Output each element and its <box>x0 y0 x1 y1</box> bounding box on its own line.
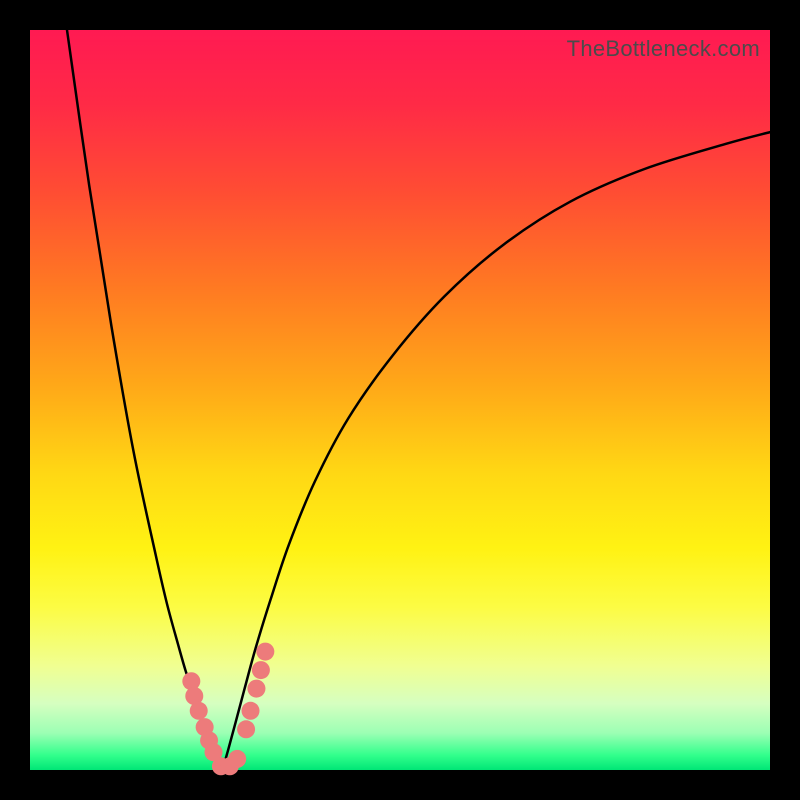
outer-frame: TheBottleneck.com <box>0 0 800 800</box>
data-marker <box>247 680 265 698</box>
data-marker <box>252 661 270 679</box>
curve-left-branch <box>67 30 222 770</box>
data-marker <box>190 702 208 720</box>
curve-right-branch <box>222 132 770 770</box>
markers-group <box>182 643 274 776</box>
data-marker <box>242 702 260 720</box>
data-marker <box>256 643 274 661</box>
plot-area: TheBottleneck.com <box>30 30 770 770</box>
chart-svg <box>30 30 770 770</box>
data-marker <box>237 720 255 738</box>
data-marker <box>182 672 200 690</box>
data-marker <box>228 750 246 768</box>
